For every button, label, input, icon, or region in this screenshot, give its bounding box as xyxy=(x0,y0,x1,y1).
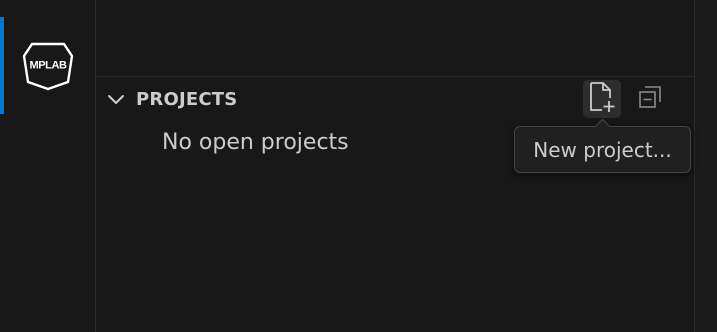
collapse-all-icon xyxy=(637,84,663,114)
projects-section-header[interactable]: PROJECTS xyxy=(96,80,694,120)
chevron-down-icon[interactable] xyxy=(106,90,126,110)
right-panel-edge xyxy=(695,0,717,332)
tooltip: New project... xyxy=(514,118,691,173)
collapse-all-button[interactable] xyxy=(631,80,669,118)
mplab-logo-text: MPLAB xyxy=(29,60,67,72)
new-project-button[interactable] xyxy=(583,80,621,118)
mplab-logo-icon[interactable]: MPLAB xyxy=(21,40,75,92)
tooltip-label: New project... xyxy=(533,137,672,162)
new-file-icon xyxy=(587,81,617,117)
empty-projects-message: No open projects xyxy=(162,130,349,155)
section-divider xyxy=(96,76,694,77)
active-indicator xyxy=(0,17,4,114)
activity-bar: MPLAB xyxy=(0,0,96,332)
section-title: PROJECTS xyxy=(136,89,238,110)
